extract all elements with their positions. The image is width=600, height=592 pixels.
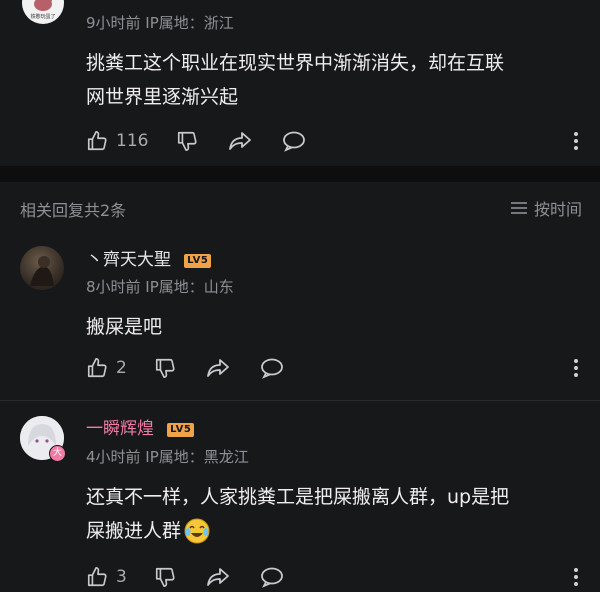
reply-button[interactable] [282, 130, 306, 152]
comment-bubble-icon [283, 131, 305, 152]
laughing-crying-emoji-icon [184, 518, 210, 544]
top-comment-text: 挑粪工这个职业在现实世界中渐渐消失，却在互联 网世界里逐渐兴起 [86, 46, 586, 114]
sort-label: 按时间 [533, 200, 582, 219]
avatar-caption: 铁憨玩蛋了 [30, 14, 56, 20]
like-count: 3 [116, 567, 127, 587]
top-comment-meta: 9小时前 IP属地：浙江 [86, 14, 234, 32]
reply-2-meta: 4小时前 IP属地：黑龙江 [86, 448, 249, 466]
like-button[interactable]: 116 [86, 130, 176, 152]
reply-1-username[interactable]: 丶齊天大聖 [86, 250, 171, 270]
like-button[interactable]: 2 [86, 357, 154, 379]
reply-1-text: 搬屎是吧 [86, 316, 163, 338]
reply-2-level-badge: LV5 [167, 423, 195, 437]
thumbs-up-icon [87, 131, 107, 151]
more-options-button[interactable] [566, 353, 586, 383]
thumbs-up-icon [87, 567, 107, 587]
thumbs-down-icon [177, 131, 197, 151]
reply-2-text: 还真不一样，人家挑粪工是把屎搬离人群，up是把 屎搬进人群 [86, 480, 586, 548]
replies-count-label: 相关回复共2条 [20, 201, 127, 220]
reply-2-header: 一瞬辉煌 LV5 [86, 414, 195, 439]
dislike-button[interactable] [154, 566, 206, 588]
dislike-button[interactable] [154, 357, 206, 379]
reply-button[interactable] [260, 566, 284, 588]
reply-1-avatar[interactable] [20, 246, 64, 290]
reply-1-header: 丶齊天大聖 LV5 [86, 245, 212, 270]
share-button[interactable] [228, 130, 282, 152]
dislike-button[interactable] [176, 130, 228, 152]
top-comment-text-line-1: 挑粪工这个职业在现实世界中渐渐消失，却在互联 [86, 52, 505, 74]
share-arrow-icon [207, 359, 229, 377]
top-comment-text-line-2: 网世界里逐渐兴起 [86, 86, 239, 108]
thumbs-down-icon [155, 567, 175, 587]
sort-button[interactable]: 按时间 [510, 196, 582, 220]
share-arrow-icon [229, 132, 251, 150]
like-count: 116 [116, 131, 149, 151]
comment-bubble-icon [261, 567, 283, 588]
sort-lines-icon [510, 202, 527, 214]
reply-2-text-line-2: 屎搬进人群 [86, 520, 182, 542]
more-options-button[interactable] [566, 126, 586, 156]
bird-avatar-icon [34, 0, 52, 11]
user-photo-icon [30, 256, 54, 286]
section-divider [0, 166, 600, 182]
share-button[interactable] [206, 566, 260, 588]
share-arrow-icon [207, 568, 229, 586]
reply-2-text-line-2-row: 屎搬进人群 [86, 514, 586, 548]
reply-1-meta: 8小时前 IP属地：山东 [86, 278, 234, 296]
thumbs-down-icon [155, 358, 175, 378]
comment-bubble-icon [261, 358, 283, 379]
reply-2-username[interactable]: 一瞬辉煌 [86, 419, 154, 439]
reply-button[interactable] [260, 357, 284, 379]
reply-1-level-badge: LV5 [184, 254, 212, 268]
reply-2-avatar[interactable]: 大 [20, 416, 66, 462]
like-count: 2 [116, 358, 127, 378]
reply-separator [0, 400, 600, 401]
like-button[interactable]: 3 [86, 566, 154, 588]
reply-2-text-line-1: 还真不一样，人家挑粪工是把屎搬离人群，up是把 [86, 486, 510, 508]
top-comment-actions: 116 [86, 126, 586, 156]
vip-badge: 大 [49, 445, 66, 462]
thumbs-up-icon [87, 358, 107, 378]
reply-1-actions: 2 [86, 353, 586, 383]
share-button[interactable] [206, 357, 260, 379]
top-comment-avatar[interactable]: 铁憨玩蛋了 [22, 0, 64, 24]
